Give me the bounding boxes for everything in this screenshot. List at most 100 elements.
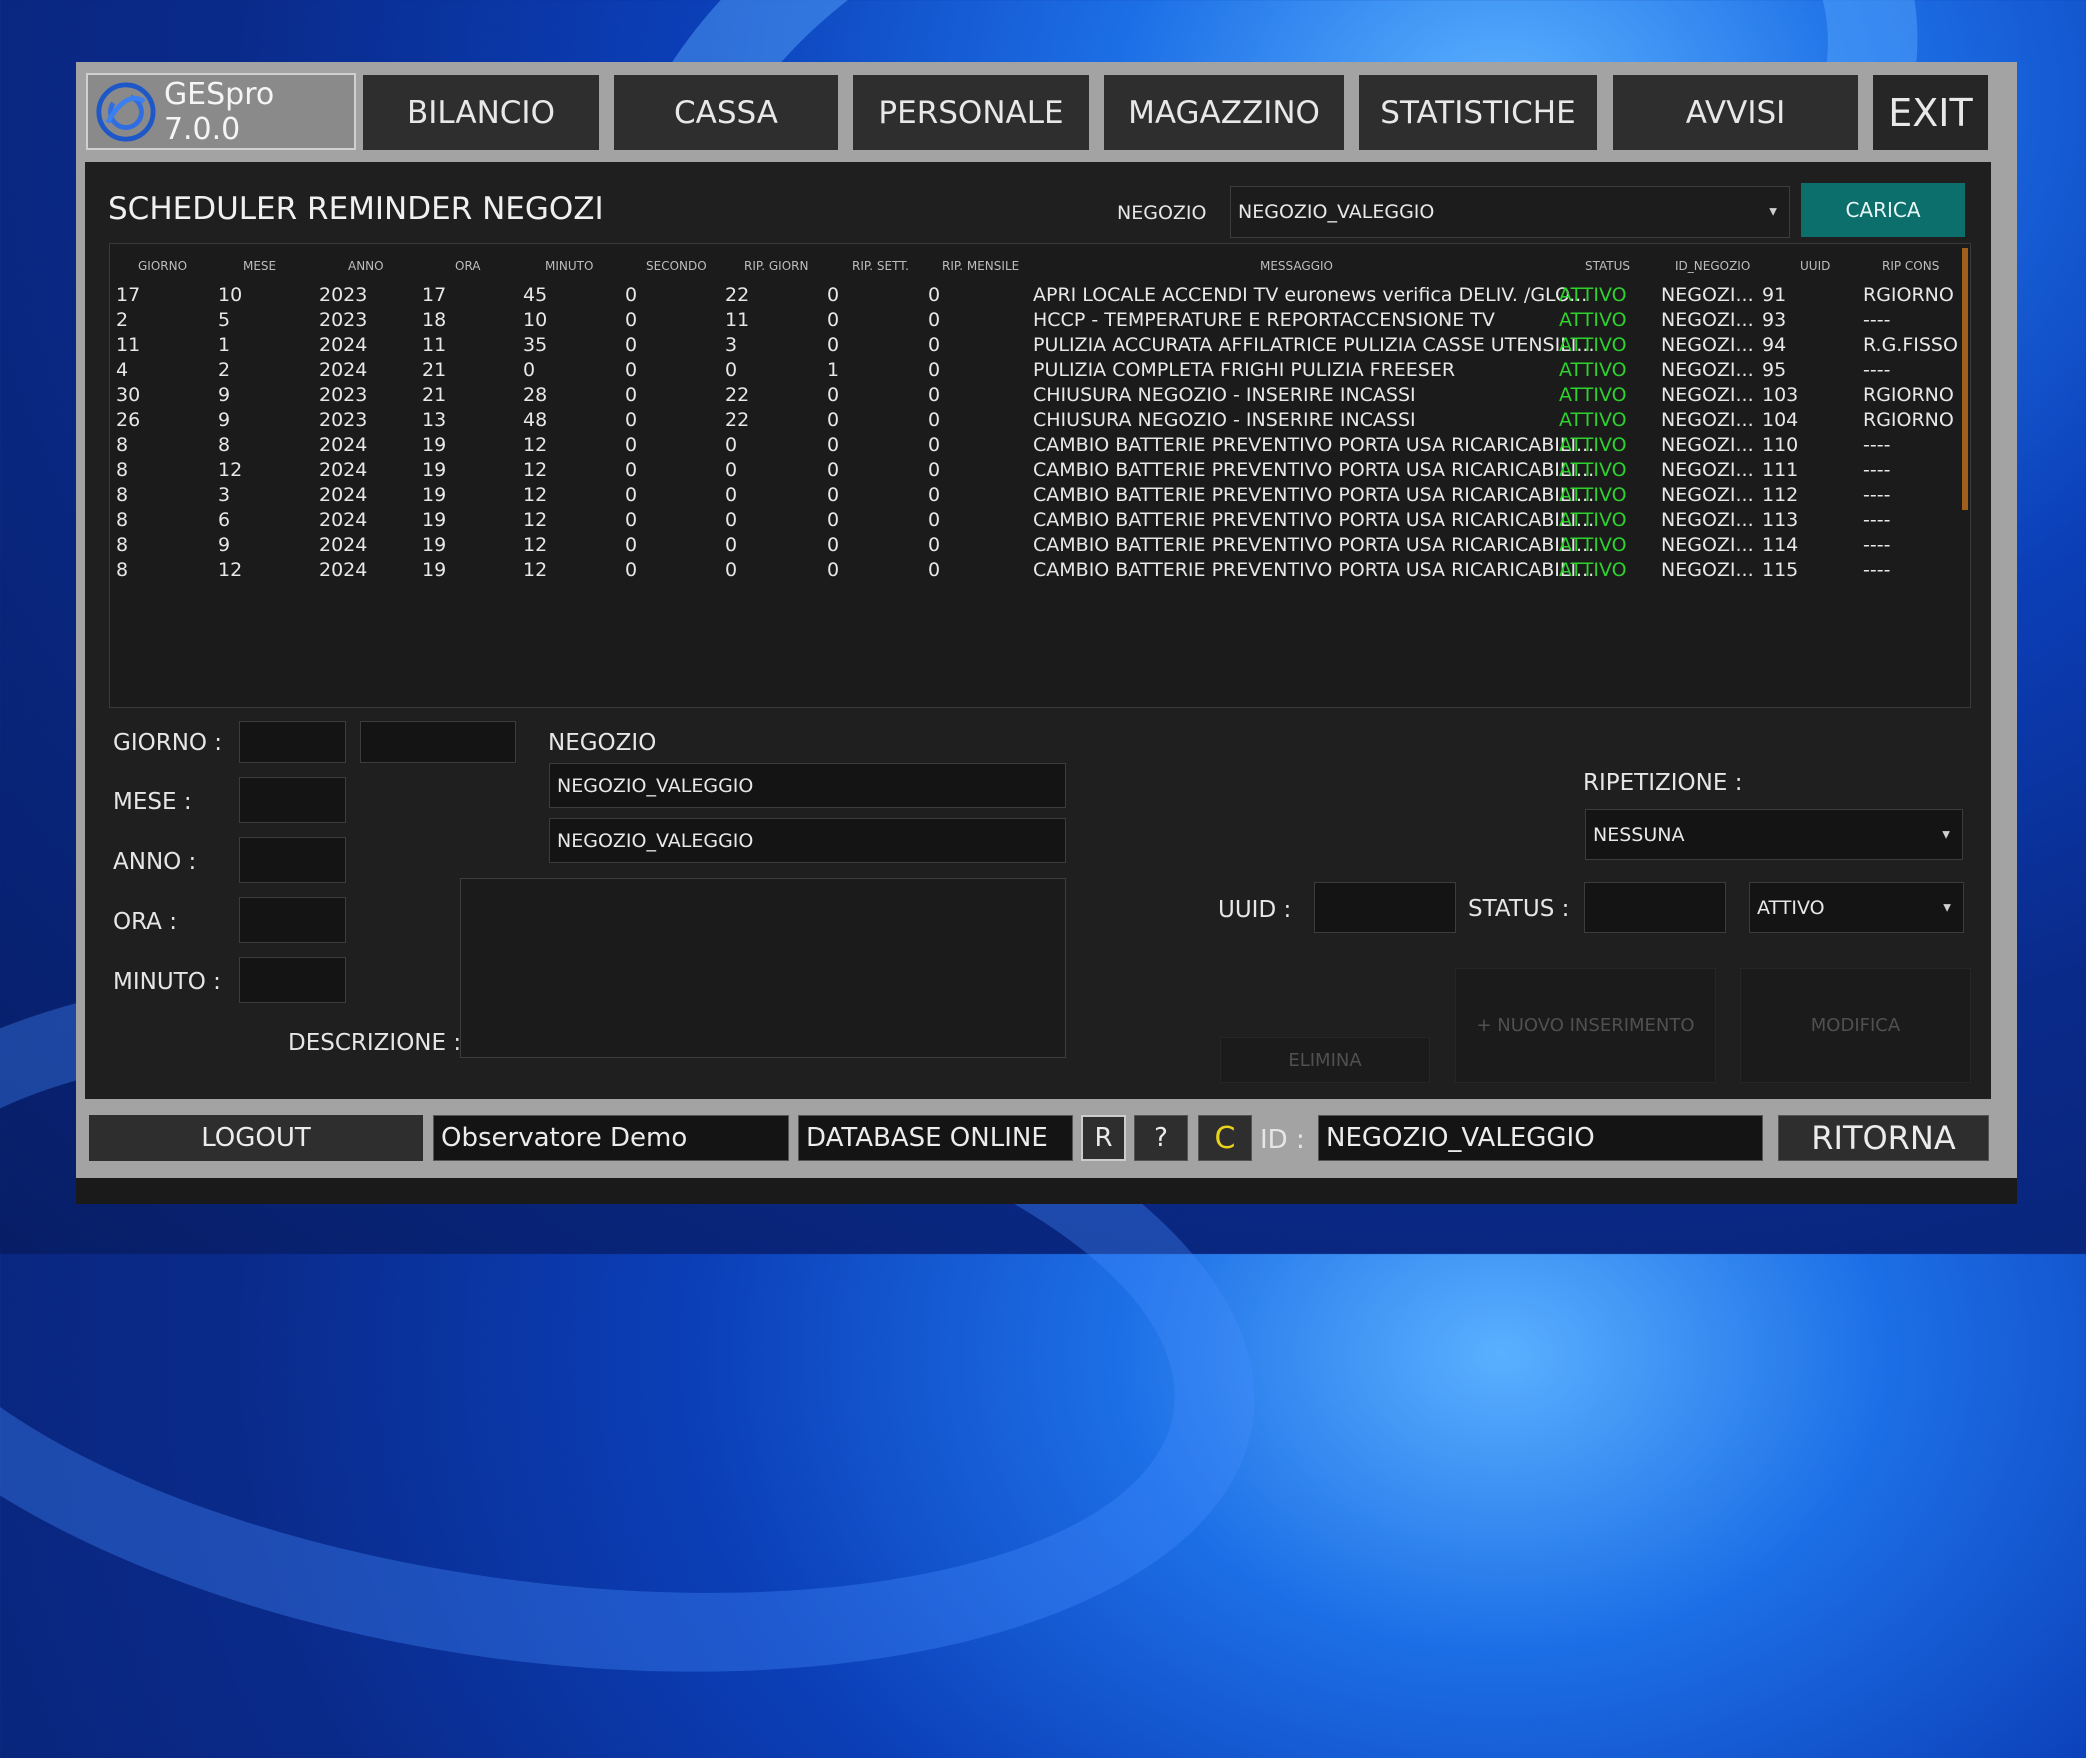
cell-anno: 2024 [319, 359, 368, 381]
cell-secondo: 0 [625, 309, 638, 331]
table-row[interactable]: 2 5 2023 18 10 0 11 0 0 HCCP - TEMPERATURE E REPO… [110, 309, 1960, 334]
user-display: Observatore Demo [433, 1115, 789, 1161]
cell-rip-cons: ---- [1863, 484, 1891, 506]
table-row[interactable]: 17 10 2023 17 45 0 22 0 0 APRI LOCALE ACCENDI TV … [110, 284, 1960, 309]
cell-anno: 2023 [319, 309, 368, 331]
exit-button[interactable]: EXIT [1873, 75, 1988, 150]
column-header-rip-sett[interactable]: RIP. SETT. [852, 259, 909, 273]
cell-secondo: 0 [625, 459, 638, 481]
tab-bilancio[interactable]: BILANCIO [363, 75, 599, 150]
column-header-ora[interactable]: ORA [455, 259, 481, 273]
column-header-anno[interactable]: ANNO [348, 259, 384, 273]
table-row[interactable]: 8 12 2024 19 12 0 0 0 0 CAMBIO BATTERIE PREVENTIV… [110, 459, 1960, 484]
negozio-filter-select[interactable]: NEGOZIO_VALEGGIO ▼ [1230, 186, 1790, 238]
column-header-giorno[interactable]: GIORNO [138, 259, 187, 273]
ritorna-button[interactable]: RITORNA [1778, 1115, 1989, 1161]
cell-rip-sett: 0 [827, 534, 840, 556]
giorno-extra-input[interactable] [360, 721, 516, 763]
cell-giorno: 30 [116, 384, 141, 406]
column-header-rip-cons[interactable]: RIP CONS [1882, 259, 1939, 273]
table-row[interactable]: 8 3 2024 19 12 0 0 0 0 CAMBIO BATTERIE PREVENTIVO… [110, 484, 1960, 509]
tab-statistiche[interactable]: STATISTICHE [1359, 75, 1597, 150]
table-row[interactable]: 8 9 2024 19 12 0 0 0 0 CAMBIO BATTERIE PREVENTIVO… [110, 534, 1960, 559]
cell-rip-cons: ---- [1863, 434, 1891, 456]
giorno-input[interactable] [239, 721, 346, 763]
column-header-rip-mensile[interactable]: RIP. MENSILE [942, 259, 1019, 273]
table-row[interactable]: 11 1 2024 11 35 0 3 0 0 PULIZIA ACCURATA AFFILATR… [110, 334, 1960, 359]
column-header-secondo[interactable]: SECONDO [646, 259, 707, 273]
cell-rip-mensile: 0 [928, 434, 941, 456]
cell-rip-giorn: 11 [725, 309, 750, 331]
status-input[interactable] [1584, 882, 1726, 933]
cell-anno: 2023 [319, 409, 368, 431]
tab-personale[interactable]: PERSONALE [853, 75, 1089, 150]
elimina-button[interactable]: ELIMINA [1220, 1037, 1430, 1083]
nuovo-inserimento-button[interactable]: + NUOVO INSERIMENTO [1455, 968, 1716, 1083]
c-button[interactable]: C [1198, 1115, 1252, 1161]
minuto-label: MINUTO : [113, 969, 221, 995]
table-row[interactable]: 8 6 2024 19 12 0 0 0 0 CAMBIO BATTERIE PREVENTIVO… [110, 509, 1960, 534]
negozio-field-2[interactable]: NEGOZIO_VALEGGIO [549, 818, 1066, 863]
cell-secondo: 0 [625, 334, 638, 356]
cell-ora: 19 [422, 434, 447, 456]
cell-rip-giorn: 0 [725, 534, 738, 556]
cell-id-negozio: NEGOZI... [1661, 359, 1754, 381]
cell-minuto: 28 [523, 384, 548, 406]
logout-button[interactable]: LOGOUT [89, 1115, 423, 1161]
cell-status: ATTIVO [1559, 359, 1627, 381]
cell-status: ATTIVO [1559, 509, 1627, 531]
status-select[interactable]: ATTIVO ▼ [1749, 882, 1964, 933]
cell-rip-cons: ---- [1863, 309, 1891, 331]
r-button[interactable]: R [1081, 1115, 1126, 1161]
negozio-field-1[interactable]: NEGOZIO_VALEGGIO [549, 763, 1066, 808]
chevron-down-icon: ▼ [1942, 829, 1950, 840]
ora-input[interactable] [239, 897, 346, 943]
anno-input[interactable] [239, 837, 346, 883]
cell-rip-mensile: 0 [928, 559, 941, 581]
column-header-uuid[interactable]: UUID [1800, 259, 1830, 273]
ripetizione-select[interactable]: NESSUNA ▼ [1585, 809, 1963, 860]
column-header-rip-giorn[interactable]: RIP. GIORN [744, 259, 808, 273]
tab-avvisi[interactable]: AVVISI [1613, 75, 1858, 150]
table-row[interactable]: 8 8 2024 19 12 0 0 0 0 CAMBIO BATTERIE PREVENTIVO… [110, 434, 1960, 459]
cell-minuto: 12 [523, 459, 548, 481]
cell-rip-sett: 0 [827, 284, 840, 306]
mese-input[interactable] [239, 777, 346, 823]
cell-uuid: 93 [1762, 309, 1787, 331]
uuid-input[interactable] [1314, 882, 1456, 933]
table-row[interactable]: 30 9 2023 21 28 0 22 0 0 CHIUSURA NEGOZIO - INSER… [110, 384, 1960, 409]
table-row[interactable]: 26 9 2023 13 48 0 22 0 0 CHIUSURA NEGOZIO - INSER… [110, 409, 1960, 434]
cell-rip-giorn: 22 [725, 284, 750, 306]
help-button[interactable]: ? [1134, 1115, 1188, 1161]
cell-rip-cons: RGIORNO [1863, 384, 1954, 406]
column-header-mese[interactable]: MESE [243, 259, 276, 273]
table-scrollbar[interactable] [1962, 248, 1968, 510]
tab-magazzino[interactable]: MAGAZZINO [1104, 75, 1344, 150]
column-header-minuto[interactable]: MINUTO [545, 259, 593, 273]
cell-rip-giorn: 0 [725, 509, 738, 531]
cell-rip-sett: 0 [827, 334, 840, 356]
column-header-id-negozio[interactable]: ID_NEGOZIO [1675, 259, 1750, 273]
logo-tab[interactable]: GESpro 7.0.0 [86, 73, 356, 150]
descrizione-textarea[interactable] [460, 878, 1066, 1058]
minuto-input[interactable] [239, 957, 346, 1003]
cell-rip-cons: ---- [1863, 359, 1891, 381]
cell-giorno: 8 [116, 459, 129, 481]
cell-status: ATTIVO [1559, 484, 1627, 506]
cell-ora: 19 [422, 509, 447, 531]
cell-ora: 17 [422, 284, 447, 306]
cell-secondo: 0 [625, 559, 638, 581]
modifica-button[interactable]: MODIFICA [1740, 968, 1971, 1083]
table-row[interactable]: 4 2 2024 21 0 0 0 1 0 PULIZIA COMPLETA FRIGHI PUL… [110, 359, 1960, 384]
reminder-table[interactable]: GIORNO MESE ANNO ORA MINUTO SECONDO RIP. GIORN… [109, 243, 1971, 708]
tab-cassa[interactable]: CASSA [614, 75, 838, 150]
cell-secondo: 0 [625, 509, 638, 531]
carica-button[interactable]: CARICA [1801, 183, 1965, 237]
table-row[interactable]: 8 12 2024 19 12 0 0 0 0 CAMBIO BATTERIE PREVENTIV… [110, 559, 1960, 584]
cell-id-negozio: NEGOZI... [1661, 409, 1754, 431]
cell-id-negozio: NEGOZI... [1661, 559, 1754, 581]
cell-rip-cons: R.G.FISSO [1863, 334, 1958, 356]
column-header-status[interactable]: STATUS [1585, 259, 1630, 273]
cell-rip-mensile: 0 [928, 309, 941, 331]
column-header-messaggio[interactable]: MESSAGGIO [1260, 259, 1333, 273]
